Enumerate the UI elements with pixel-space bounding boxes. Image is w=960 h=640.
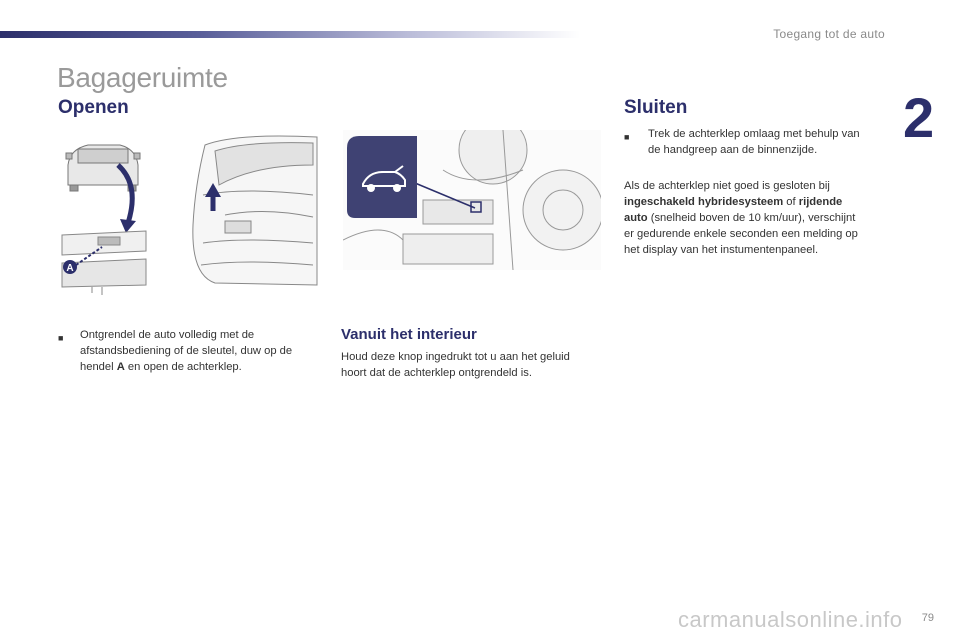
page-title: Bagageruimte: [57, 62, 228, 93]
figure-car-rear-view: [192, 135, 318, 286]
sluiten-p-line-2: ingeschakeld hybridesysteem of rijdende: [624, 194, 842, 210]
speed-note: (snelheid boven de 10 km/uur), verschijn…: [647, 212, 856, 224]
label-a: A: [66, 263, 73, 274]
figure-dashboard-button: [343, 130, 601, 270]
bullet-icon-sluiten: ■: [624, 132, 630, 142]
heading-vanuit-interieur: Vanuit het interieur: [341, 326, 477, 343]
handle-a-ref: A: [116, 361, 125, 373]
section-header: Toegang tot de auto: [773, 27, 885, 41]
sluiten-or: of: [783, 196, 799, 208]
figure-rear-handle: A: [61, 144, 147, 295]
hybrid-system-term: ingeschakeld hybridesysteem: [624, 196, 784, 208]
bullet-icon-openen: ■: [58, 333, 64, 343]
openen-line-2: afstandsbediening of de sleutel, duw op …: [80, 345, 293, 357]
sluiten-p-line-4: er gedurende enkele seconden een melding…: [624, 228, 858, 240]
driving-term-2: auto: [624, 212, 648, 224]
openen-line-1: Ontgrendel de auto volledig met de: [80, 329, 255, 341]
sluiten-p-line-5: het display van het instumentenpaneel.: [624, 244, 819, 256]
vanuit-line-2: hoort dat de achterklep ontgrendeld is.: [341, 367, 532, 379]
vanuit-line-1: Houd deze knop ingedrukt tot u aan het g…: [341, 351, 570, 363]
openen-line-3: hendel A en open de achterklep.: [80, 359, 242, 375]
page-number: 79: [921, 612, 934, 624]
header-gradient-bar: [0, 31, 580, 38]
sluiten-bullet-line-2: de handgreep aan de binnenzijde.: [648, 144, 818, 156]
sluiten-bullet-line-1: Trek de achterklep omlaag met behulp van: [648, 128, 860, 140]
driving-term-1: rijdende: [798, 196, 843, 208]
callout-box: [347, 136, 417, 218]
openen-line-3-pre: hendel: [80, 361, 117, 373]
chapter-number: 2: [903, 86, 935, 149]
heading-sluiten: Sluiten: [624, 97, 688, 118]
watermark: carmanualsonline.info: [678, 607, 903, 632]
heading-openen: Openen: [58, 97, 129, 118]
openen-line-3-post: en open de achterklep.: [124, 361, 242, 373]
arrow-head-icon: [120, 219, 136, 233]
sluiten-p-line-1: Als de achterklep niet goed is gesloten …: [624, 180, 830, 192]
sluiten-p-line-3: auto (snelheid boven de 10 km/uur), vers…: [624, 210, 855, 226]
